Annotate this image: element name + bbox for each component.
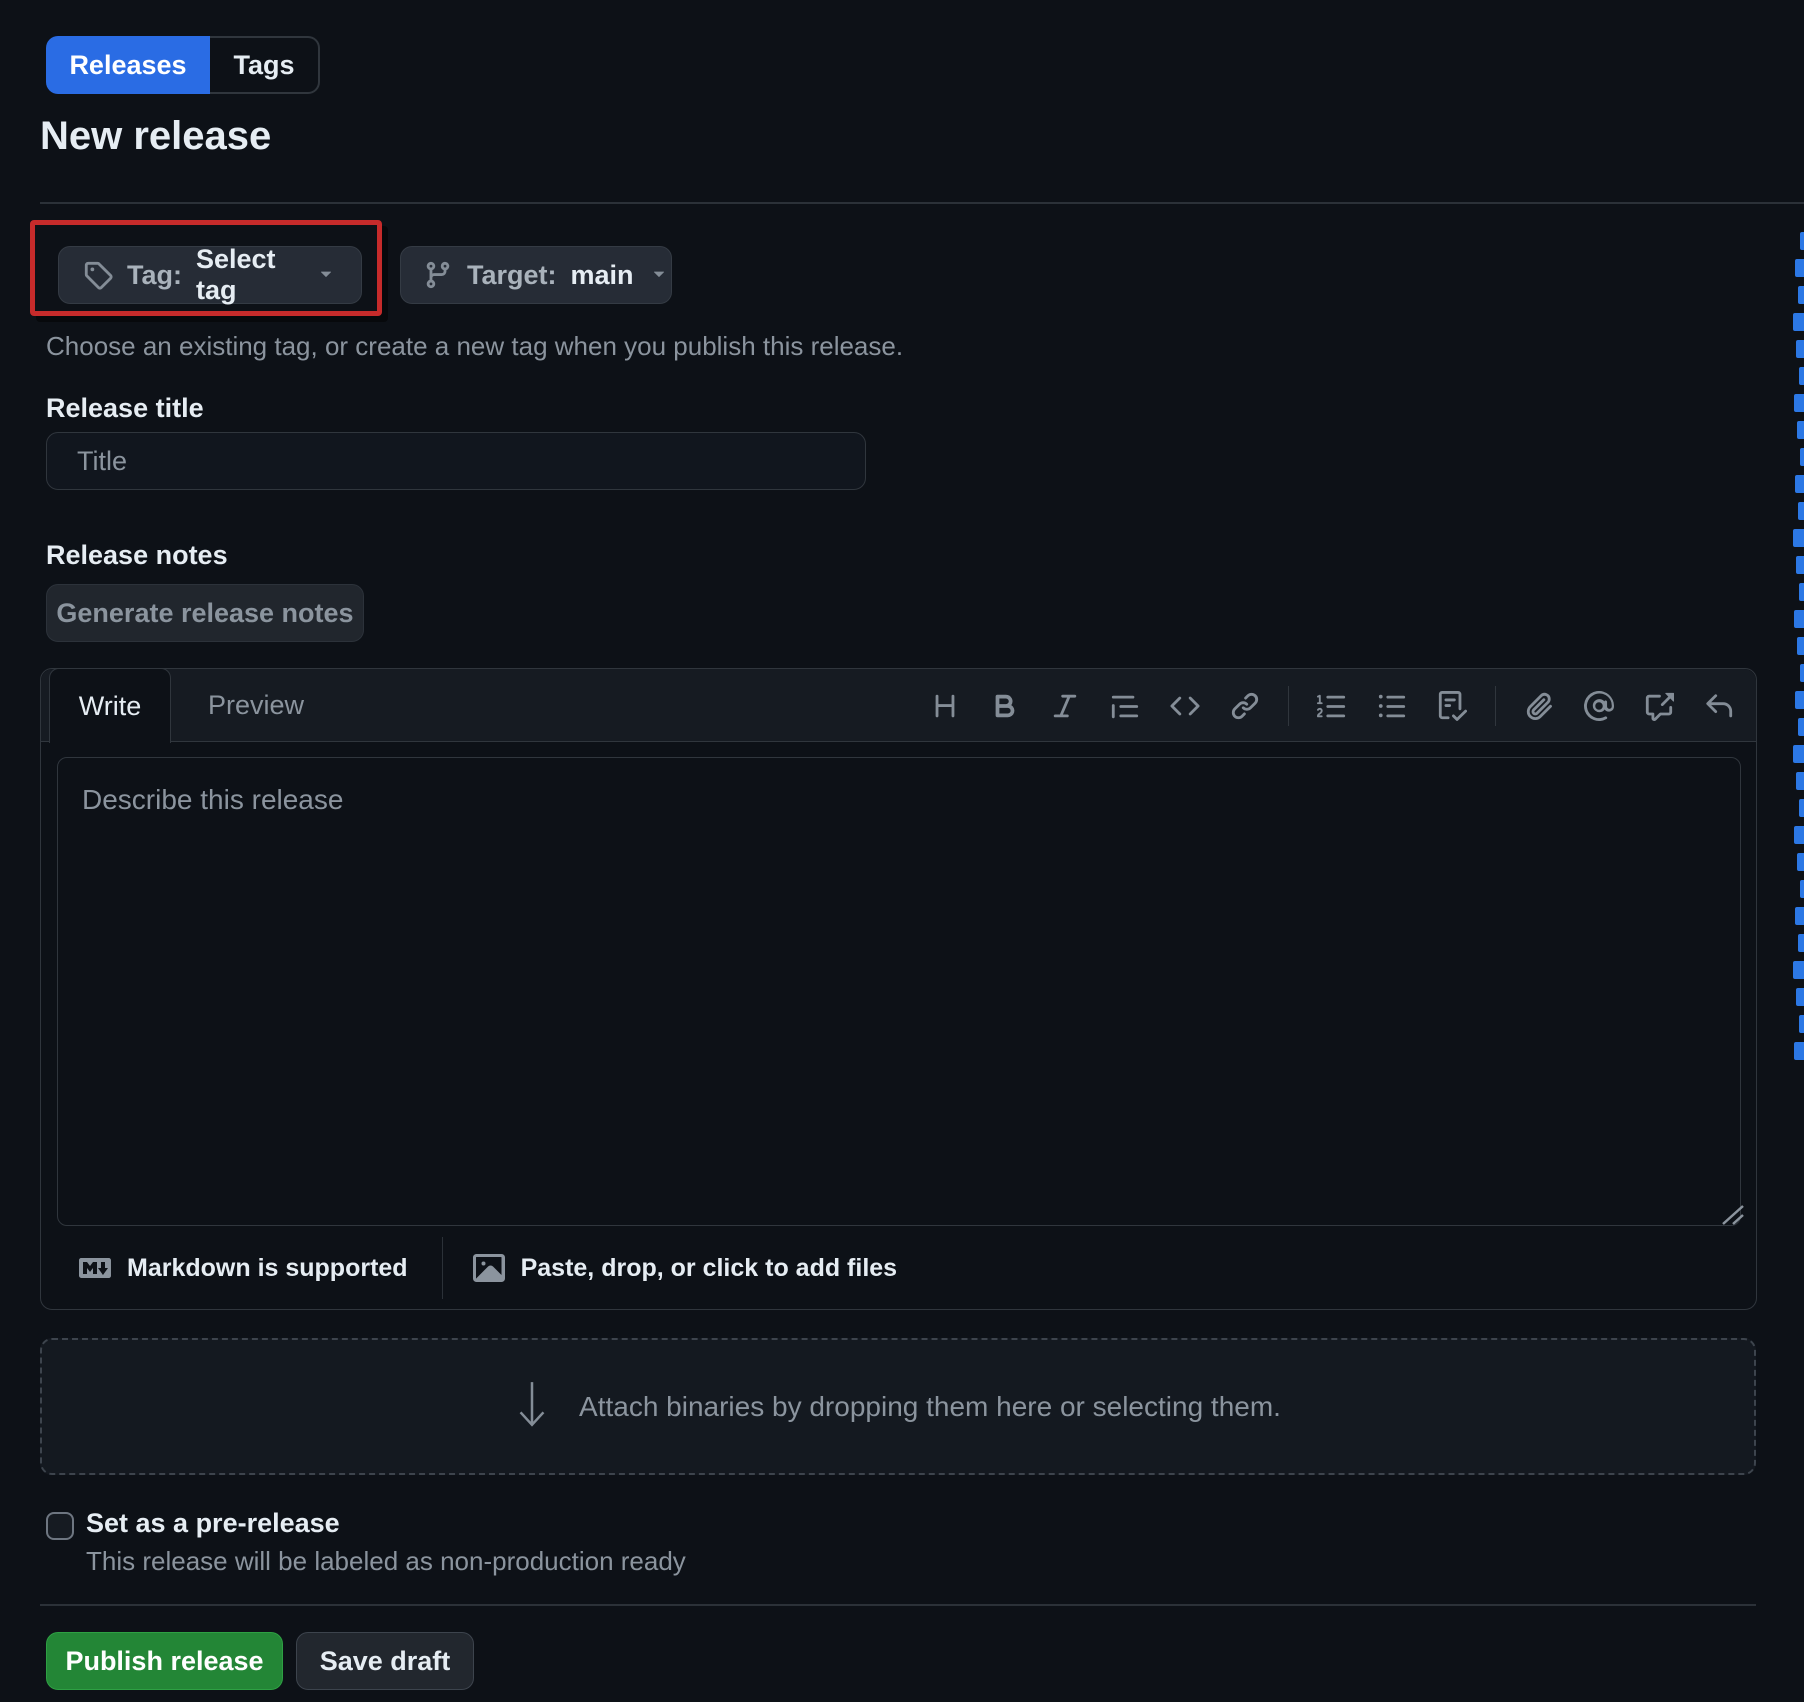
target-prefix-label: Target: <box>467 260 557 291</box>
prerelease-checkbox[interactable] <box>46 1512 74 1540</box>
mention-icon[interactable] <box>1582 689 1616 723</box>
new-release-page: Releases Tags New release Tag: Select ta… <box>0 0 1804 1702</box>
markdown-icon <box>79 1252 111 1284</box>
numbered-list-icon[interactable] <box>1315 689 1349 723</box>
code-icon[interactable] <box>1168 689 1202 723</box>
page-title: New release <box>40 114 271 159</box>
chevron-down-icon <box>315 260 337 291</box>
reply-icon[interactable] <box>1702 689 1736 723</box>
prerelease-description: This release will be labeled as non-prod… <box>86 1546 686 1577</box>
save-draft-button[interactable]: Save draft <box>296 1632 474 1690</box>
tag-selected-value: Select tag <box>196 244 301 306</box>
markdown-toolbar <box>928 669 1736 742</box>
release-title-input[interactable] <box>46 432 866 490</box>
footer-separator <box>442 1237 443 1299</box>
bullet-list-icon[interactable] <box>1375 689 1409 723</box>
bold-icon[interactable] <box>988 689 1022 723</box>
releases-tags-switcher: Releases Tags <box>46 36 320 94</box>
download-arrow-icon <box>515 1379 549 1434</box>
cross-reference-icon[interactable] <box>1642 689 1676 723</box>
tab-tags[interactable]: Tags <box>210 36 320 94</box>
markdown-supported-link[interactable]: Markdown is supported <box>79 1252 408 1284</box>
binaries-dropzone[interactable]: Attach binaries by dropping them here or… <box>40 1338 1756 1475</box>
quote-icon[interactable] <box>1108 689 1142 723</box>
link-icon[interactable] <box>1228 689 1262 723</box>
heading-icon[interactable] <box>928 689 962 723</box>
tab-write[interactable]: Write <box>49 668 171 743</box>
tab-releases[interactable]: Releases <box>46 36 210 94</box>
release-notes-label: Release notes <box>46 540 228 571</box>
release-description-textarea[interactable] <box>57 757 1741 1226</box>
chevron-down-icon <box>648 260 670 291</box>
paperclip-icon[interactable] <box>1522 689 1556 723</box>
italic-icon[interactable] <box>1048 689 1082 723</box>
toolbar-separator <box>1495 686 1496 726</box>
actions-divider <box>40 1604 1756 1606</box>
editor-footer: Markdown is supported Paste, drop, or cl… <box>41 1226 1756 1310</box>
target-branch-dropdown[interactable]: Target: main <box>400 246 672 304</box>
generate-release-notes-button[interactable]: Generate release notes <box>46 584 364 642</box>
release-notes-editor: Write Preview Markdown is s <box>40 668 1757 1310</box>
header-divider <box>40 202 1804 204</box>
release-title-label: Release title <box>46 393 204 424</box>
tag-icon <box>83 258 113 292</box>
attach-files-button[interactable]: Paste, drop, or click to add files <box>473 1252 898 1284</box>
prerelease-label[interactable]: Set as a pre-release <box>86 1508 340 1539</box>
target-selected-value: main <box>571 260 634 291</box>
tab-preview[interactable]: Preview <box>181 669 331 742</box>
tag-select-dropdown[interactable]: Tag: Select tag <box>58 246 362 304</box>
publish-release-button[interactable]: Publish release <box>46 1632 283 1690</box>
toolbar-separator <box>1288 686 1289 726</box>
tag-prefix-label: Tag: <box>127 260 182 291</box>
image-icon <box>473 1252 505 1284</box>
task-list-icon[interactable] <box>1435 689 1469 723</box>
dropzone-text: Attach binaries by dropping them here or… <box>579 1391 1281 1423</box>
tag-help-text: Choose an existing tag, or create a new … <box>46 331 903 362</box>
git-branch-icon <box>423 258 453 292</box>
